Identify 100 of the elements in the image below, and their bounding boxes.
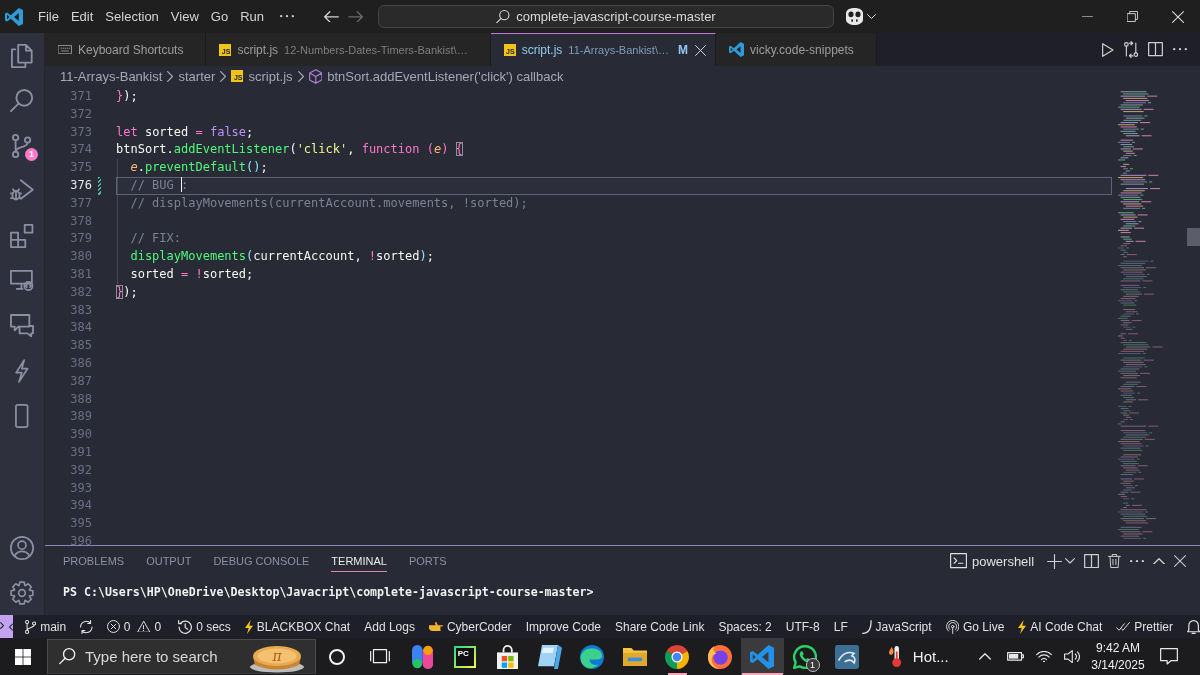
go-live-button[interactable]: Go Live xyxy=(945,619,1005,634)
editor-tab[interactable]: vicky.code-snippets xyxy=(716,33,877,66)
speaker-icon[interactable] xyxy=(1064,649,1080,664)
weather-widget[interactable]: Hot... xyxy=(888,646,949,667)
clock-time[interactable]: 9:42 AM xyxy=(1096,639,1140,657)
lightning-icon xyxy=(244,619,253,634)
timer-status-item[interactable]: 0 secs xyxy=(178,619,231,634)
restore-icon[interactable] xyxy=(1127,11,1138,22)
settings-icon[interactable] xyxy=(10,580,34,605)
menu-item[interactable]: Go xyxy=(204,4,235,29)
command-center[interactable]: complete-javascript-course-master xyxy=(378,5,834,28)
branch-icon[interactable] xyxy=(12,133,32,158)
menu-item[interactable]: Selection xyxy=(99,4,165,29)
line-number: 372 xyxy=(69,105,92,123)
chevron-down-icon[interactable] xyxy=(1065,558,1076,564)
more-icon[interactable] xyxy=(1173,48,1187,51)
battery-icon[interactable] xyxy=(1006,652,1024,661)
terminal-profile-button[interactable]: powershell xyxy=(949,553,1035,569)
taskbar-app-button[interactable]: PC xyxy=(443,638,486,675)
curve-tile-icon xyxy=(835,644,860,669)
wave-circle-icon xyxy=(580,644,605,669)
ribbon-logo-icon xyxy=(750,644,775,669)
split-editor-icon[interactable] xyxy=(1148,42,1163,57)
back-arrow-icon[interactable] xyxy=(324,10,339,23)
plus-icon[interactable] xyxy=(1047,553,1063,569)
language-mode-item[interactable]: JavaScript xyxy=(861,619,932,634)
status-bar-item[interactable]: UTF-8 xyxy=(785,619,820,634)
search-icon[interactable] xyxy=(10,88,34,113)
monitor-icon[interactable] xyxy=(10,269,34,292)
sync-icon[interactable] xyxy=(80,619,93,634)
branch-status-item[interactable]: main xyxy=(25,619,67,634)
chat-bubble-icon[interactable] xyxy=(1160,648,1178,665)
panel-tab[interactable]: OUTPUT xyxy=(146,550,192,572)
ring-icon[interactable] xyxy=(329,648,346,665)
blocks-icon[interactable] xyxy=(10,223,34,248)
line-number: 381 xyxy=(69,265,92,283)
close-icon[interactable] xyxy=(1171,10,1184,23)
code-line: btnSort.addEventListener('click', function (e) { xyxy=(116,141,464,159)
status-bar-item[interactable]: LF xyxy=(833,619,848,634)
line-number: 385 xyxy=(69,337,92,355)
status-bar-item[interactable]: Spaces: 2 xyxy=(718,619,772,634)
documents-icon[interactable] xyxy=(11,43,33,68)
panel-tab[interactable]: TERMINAL xyxy=(331,550,387,572)
ribbon-logo-icon xyxy=(729,42,744,57)
menu-item[interactable]: File xyxy=(32,4,65,29)
problems-status-item[interactable]: 0 0 xyxy=(106,619,165,634)
person-icon[interactable] xyxy=(10,535,34,560)
editor-tab[interactable]: Keyboard Shortcuts xyxy=(45,33,207,66)
status-bar-item[interactable]: Improve Code xyxy=(525,619,601,634)
status-bar-item[interactable]: CyberCoder xyxy=(428,619,512,634)
search-icon xyxy=(59,648,76,665)
breadcrumb-item[interactable]: 11-Arrays-Bankist xyxy=(60,68,163,84)
scrollbar-thumb[interactable] xyxy=(1187,228,1200,246)
close-icon[interactable] xyxy=(695,44,706,56)
goggles-face-icon[interactable] xyxy=(846,8,863,25)
chevron-up-icon[interactable] xyxy=(1153,557,1165,565)
panel-tab[interactable]: DEBUG CONSOLE xyxy=(213,550,310,572)
chat-status-item[interactable]: AI Code Chat xyxy=(1018,619,1103,634)
menu-item[interactable]: Edit xyxy=(64,4,100,29)
taskbar-app-button[interactable]: 1 xyxy=(783,638,826,675)
more-icon[interactable] xyxy=(1130,559,1144,563)
remote-indicator[interactable] xyxy=(0,615,13,638)
clock-arrow-icon xyxy=(178,619,193,634)
lightning-icon[interactable] xyxy=(15,358,29,383)
bell-icon[interactable] xyxy=(1187,619,1200,634)
line-number: 382 xyxy=(69,283,92,301)
breadcrumb-item[interactable]: starter xyxy=(178,68,216,84)
chat-bubbles-icon[interactable] xyxy=(10,313,34,338)
menu-item[interactable]: Run xyxy=(234,4,270,29)
line-number: 393 xyxy=(69,479,92,497)
trash-icon[interactable] xyxy=(1108,554,1121,568)
clock-date[interactable]: 3/14/2025 xyxy=(1091,656,1145,674)
app-logo-icon xyxy=(5,7,23,26)
window-panes-icon[interactable] xyxy=(14,648,31,665)
phone-icon[interactable] xyxy=(15,403,29,428)
status-bar-item[interactable]: Share Code Link xyxy=(615,619,705,634)
code-line: }); xyxy=(116,88,139,105)
menu-item[interactable]: View xyxy=(164,4,205,29)
more-icon[interactable] xyxy=(280,15,294,18)
formatter-status-item[interactable]: Prettier xyxy=(1116,619,1174,634)
chevron-right-icon xyxy=(167,70,174,82)
close-icon[interactable] xyxy=(1174,555,1186,567)
compare-changes-icon[interactable] xyxy=(1123,41,1138,58)
task-view-icon[interactable] xyxy=(369,649,390,664)
status-bar-item[interactable]: Add Logs xyxy=(364,619,415,634)
wifi-icon[interactable] xyxy=(1036,650,1052,663)
chat-status-item[interactable]: BLACKBOX Chat xyxy=(244,619,351,634)
line-number: 389 xyxy=(69,408,92,426)
chevron-down-icon[interactable] xyxy=(867,14,876,19)
breadcrumb-item[interactable]: btnSort.addEventListener('click') callback xyxy=(308,68,564,84)
line-number: 373 xyxy=(69,123,92,141)
chevron-up-icon[interactable] xyxy=(979,653,991,660)
terminal-line: PS C:\Users\HP\OneDrive\Desktop\Javacript\complete-javascript-course-master> xyxy=(63,584,594,601)
play-icon[interactable] xyxy=(1102,42,1114,57)
taskbar-search-field[interactable]: Type here to search π xyxy=(47,639,316,674)
panel-tab[interactable]: PROBLEMS xyxy=(63,550,125,572)
split-icon[interactable] xyxy=(1084,553,1100,569)
play-bug-icon[interactable] xyxy=(10,179,34,202)
panel-tab[interactable]: PORTS xyxy=(408,550,447,572)
taskbar-app-button[interactable] xyxy=(741,638,784,675)
